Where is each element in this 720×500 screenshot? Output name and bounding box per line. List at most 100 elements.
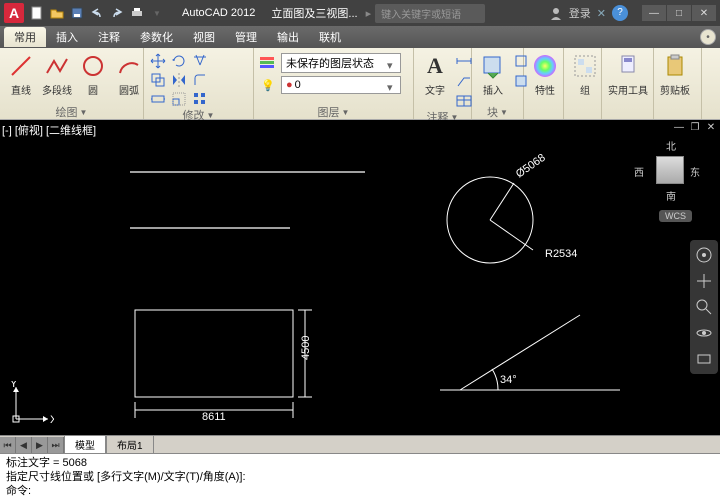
- insert-block-button[interactable]: 插入: [476, 50, 510, 98]
- compass-s[interactable]: 南: [666, 188, 676, 203]
- title-bar: A ▼ AutoCAD 2012 立面图及三视图... ▸ 键入关键字或短语 登…: [0, 0, 720, 26]
- panel-modify: 修改 ▼: [144, 48, 254, 119]
- tab-manage[interactable]: 管理: [225, 27, 267, 47]
- model-tab[interactable]: 模型: [64, 435, 106, 454]
- command-prompt: 命令:: [6, 484, 714, 498]
- qat-dropdown-icon[interactable]: ▼: [148, 4, 166, 22]
- tab-insert[interactable]: 插入: [46, 27, 88, 47]
- open-icon[interactable]: [48, 4, 66, 22]
- move-icon[interactable]: [148, 52, 168, 70]
- ribbon-help-icon[interactable]: •: [700, 29, 716, 45]
- mirror-icon[interactable]: [169, 71, 189, 89]
- tab-annotate[interactable]: 注释: [88, 27, 130, 47]
- tab-online[interactable]: 联机: [309, 27, 351, 47]
- doc-minimize-icon[interactable]: —: [672, 122, 686, 136]
- panel-utility: 实用工具: [602, 48, 654, 119]
- doc-close-icon[interactable]: ✕: [704, 122, 718, 136]
- array-icon[interactable]: [190, 90, 210, 108]
- dropdown-icon: ▾: [387, 59, 396, 68]
- steering-wheel-icon[interactable]: [695, 246, 713, 264]
- stretch-icon[interactable]: [148, 90, 168, 108]
- panel-expand-icon[interactable]: ▼: [207, 111, 215, 120]
- command-history-2: 指定尺寸线位置或 [多行文字(M)/文字(T)/角度(A)]:: [6, 470, 714, 484]
- group-button[interactable]: 组: [568, 50, 602, 98]
- search-input[interactable]: 键入关键字或短语: [375, 4, 485, 23]
- minimize-button[interactable]: —: [642, 5, 666, 21]
- polyline-button[interactable]: 多段线: [40, 50, 74, 98]
- tab-first-icon[interactable]: ⏮: [0, 437, 16, 453]
- svg-text:Y: Y: [10, 381, 18, 390]
- save-icon[interactable]: [68, 4, 86, 22]
- tab-last-icon[interactable]: ⏭: [48, 437, 64, 453]
- rotate-icon[interactable]: [169, 52, 189, 70]
- panel-annotate: A文字 注释 ▼: [414, 48, 472, 119]
- dimension-icon[interactable]: [454, 52, 474, 70]
- undo-icon[interactable]: [88, 4, 106, 22]
- doc-restore-icon[interactable]: ❐: [688, 122, 702, 136]
- line-button[interactable]: 直线: [4, 50, 38, 98]
- text-button[interactable]: A文字: [418, 50, 452, 98]
- document-title: 立面图及三视图...: [271, 5, 357, 21]
- drawing-canvas[interactable]: [-] [俯视] [二维线框] — ❐ ✕ R2534 Ø5068 8611 4…: [0, 120, 720, 435]
- circle-button[interactable]: 圆: [76, 50, 110, 98]
- zoom-extents-icon[interactable]: [695, 298, 713, 316]
- panel-expand-icon[interactable]: ▼: [80, 108, 88, 117]
- layer-current-combo[interactable]: ● 0▾: [281, 76, 401, 94]
- viewport-label[interactable]: [-] [俯视] [二维线框]: [2, 122, 96, 138]
- drawing-svg: R2534 Ø5068 8611 4500 34°: [0, 120, 720, 435]
- compass-w[interactable]: 西: [634, 164, 644, 179]
- tab-home[interactable]: 常用: [4, 27, 46, 47]
- arc-button[interactable]: 圆弧: [112, 50, 146, 98]
- app-logo[interactable]: A: [4, 3, 24, 23]
- panel-clipboard: 剪贴板: [654, 48, 702, 119]
- close-button[interactable]: ✕: [692, 5, 716, 21]
- layer-state-combo[interactable]: 未保存的图层状态▾: [281, 53, 401, 73]
- orbit-icon[interactable]: [695, 324, 713, 342]
- dim-width: 8611: [202, 411, 226, 423]
- dim-angle: 34°: [500, 374, 517, 386]
- panel-expand-icon[interactable]: ▼: [342, 108, 350, 117]
- compass-n[interactable]: 北: [666, 138, 676, 153]
- exchange-icon[interactable]: ✕: [597, 7, 606, 20]
- panel-layer: 未保存的图层状态▾ 💡 ● 0▾ 图层 ▼: [254, 48, 414, 119]
- help-icon[interactable]: ?: [612, 5, 628, 21]
- properties-button[interactable]: 特性: [528, 50, 562, 98]
- dim-height: 4500: [300, 336, 312, 360]
- ribbon: 直线 多段线 圆 圆弧 绘图 ▼ 修改 ▼ 未保存的图层状态▾: [0, 48, 720, 120]
- panel-expand-icon[interactable]: ▼: [500, 108, 508, 117]
- tab-prev-icon[interactable]: ◀: [16, 437, 32, 453]
- print-icon[interactable]: [128, 4, 146, 22]
- new-icon[interactable]: [28, 4, 46, 22]
- wcs-badge[interactable]: WCS: [659, 210, 692, 222]
- navigation-bar: [690, 240, 718, 374]
- tab-view[interactable]: 视图: [183, 27, 225, 47]
- viewcube-face[interactable]: [656, 156, 684, 184]
- ribbon-tabs: 常用 插入 注释 参数化 视图 管理 输出 联机 •: [0, 26, 720, 48]
- redo-icon[interactable]: [108, 4, 126, 22]
- fillet-icon[interactable]: [190, 71, 210, 89]
- tab-parametric[interactable]: 参数化: [130, 27, 183, 47]
- trim-icon[interactable]: [190, 52, 210, 70]
- showmotion-icon[interactable]: [695, 350, 713, 368]
- layer-properties-icon[interactable]: [258, 53, 278, 71]
- panel-properties: 特性: [524, 48, 564, 119]
- layout1-tab[interactable]: 布局1: [106, 435, 154, 454]
- app-title: AutoCAD 2012: [182, 7, 255, 19]
- login-link[interactable]: 登录: [569, 5, 591, 21]
- copy-icon[interactable]: [148, 71, 168, 89]
- leader-icon[interactable]: [454, 72, 474, 90]
- scale-icon[interactable]: [169, 90, 189, 108]
- utility-button[interactable]: 实用工具: [606, 50, 650, 98]
- layout-tabs: ⏮ ◀ ▶ ⏭ 模型 布局1: [0, 435, 720, 453]
- compass-e[interactable]: 东: [690, 164, 700, 179]
- pan-icon[interactable]: [695, 272, 713, 290]
- tab-output[interactable]: 输出: [267, 27, 309, 47]
- dropdown-icon: ▾: [387, 81, 396, 90]
- layer-off-icon[interactable]: 💡: [258, 76, 278, 94]
- maximize-button[interactable]: □: [667, 5, 691, 21]
- table-icon[interactable]: [454, 92, 474, 110]
- tab-next-icon[interactable]: ▶: [32, 437, 48, 453]
- command-line[interactable]: 标注文字 = 5068 指定尺寸线位置或 [多行文字(M)/文字(T)/角度(A…: [0, 453, 720, 500]
- clipboard-button[interactable]: 剪贴板: [658, 50, 692, 98]
- viewcube[interactable]: 北 南 西 东: [638, 138, 702, 202]
